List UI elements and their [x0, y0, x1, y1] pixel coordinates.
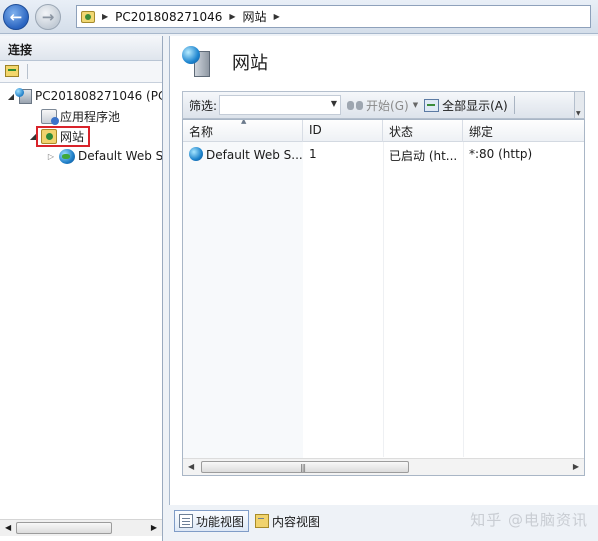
- cell-name-text: Default Web S...: [206, 148, 303, 162]
- scroll-right-icon[interactable]: ▶: [151, 523, 157, 532]
- column-header-status[interactable]: 状态: [383, 120, 463, 142]
- tree-node-sites-label: 网站: [60, 129, 85, 144]
- toolbar-divider: [513, 96, 515, 114]
- sorted-column-shade: [183, 142, 303, 475]
- toolbar-divider: [27, 64, 28, 79]
- back-button[interactable]: ←: [3, 4, 29, 30]
- tab-features-view[interactable]: 功能视图: [174, 510, 250, 532]
- connections-pane: 连接 ◢ PC201808271046 (PC 应用程序池 ◢ 网站 ▷ Def…: [0, 36, 163, 541]
- view-switcher: 功能视图 内容视图 知乎 @电脑资讯: [169, 505, 598, 541]
- column-header-id[interactable]: ID: [303, 120, 383, 142]
- server-icon: [15, 87, 32, 104]
- column-header-binding[interactable]: 绑定: [463, 120, 584, 142]
- cell-id[interactable]: 1: [303, 144, 383, 164]
- binoculars-icon: [347, 99, 364, 111]
- column-header-name-label: 名称: [189, 125, 214, 139]
- breadcrumb-separator-icon[interactable]: ▶: [274, 12, 280, 21]
- toolbar-overflow-button[interactable]: [574, 92, 584, 118]
- connections-header: 连接: [0, 36, 162, 61]
- collapse-icon[interactable]: ◢: [28, 132, 38, 141]
- connect-icon[interactable]: [5, 65, 19, 77]
- features-view-icon: [179, 514, 193, 528]
- sites-page: 网站 筛选: 开始(G) ▼ 全部显示(A) ▲ 名称 ID 状态 绑定: [169, 36, 598, 505]
- column-divider: [383, 142, 384, 457]
- tree-node-default-site-label: Default Web S: [78, 149, 162, 163]
- start-filter-label: 开始(G): [366, 98, 409, 113]
- horizontal-scrollbar[interactable]: ◀ ||| ▶: [183, 458, 584, 475]
- watermark: 知乎 @电脑资讯: [470, 511, 588, 529]
- column-divider: [463, 142, 464, 457]
- scroll-right-icon[interactable]: ▶: [573, 462, 579, 471]
- start-filter-button[interactable]: 开始(G): [347, 97, 409, 114]
- content-view-icon: [255, 514, 269, 528]
- filter-input[interactable]: [219, 95, 342, 115]
- tree-node-app-pools-label: 应用程序池: [60, 109, 121, 124]
- scroll-left-icon[interactable]: ◀: [188, 462, 194, 471]
- cell-binding[interactable]: *:80 (http): [463, 144, 584, 164]
- connections-toolbar: [0, 61, 162, 83]
- scroll-left-icon[interactable]: ◀: [5, 523, 11, 532]
- scrollbar-thumb[interactable]: [16, 522, 112, 534]
- tree-node-default-site[interactable]: ▷ Default Web S: [46, 147, 162, 165]
- sort-ascending-icon: ▲: [241, 119, 247, 125]
- breadcrumb-sites[interactable]: 网站: [243, 8, 267, 25]
- table-header: ▲ 名称 ID 状态 绑定: [183, 120, 584, 142]
- breadcrumb-separator-icon[interactable]: ▶: [229, 12, 235, 21]
- show-all-label: 全部显示(A): [442, 98, 508, 113]
- sites-server-icon: [182, 46, 214, 78]
- address-bar[interactable]: ▶ PC201808271046 ▶ 网站 ▶: [76, 5, 591, 28]
- filter-bar: 筛选: 开始(G) ▼ 全部显示(A): [182, 91, 585, 119]
- tab-content-label: 内容视图: [272, 514, 321, 529]
- connections-tree: ◢ PC201808271046 (PC 应用程序池 ◢ 网站 ▷ Defaul…: [0, 83, 162, 513]
- table-row[interactable]: Default Web S... 1 已启动 (ht... *:80 (http…: [183, 144, 584, 164]
- forward-arrow-icon: →: [41, 8, 55, 26]
- page-header: 网站: [170, 36, 598, 91]
- cell-status[interactable]: 已启动 (ht...: [383, 144, 463, 164]
- breadcrumb-separator-icon[interactable]: ▶: [102, 12, 108, 21]
- column-header-name[interactable]: ▲ 名称: [183, 120, 303, 142]
- tree-node-server[interactable]: ◢ PC201808271046 (PC: [6, 87, 162, 105]
- navigation-bar: ← → ▶ PC201808271046 ▶ 网站 ▶: [0, 0, 598, 34]
- sites-table: ▲ 名称 ID 状态 绑定 Default Web S... 1 已启动 (ht…: [182, 119, 585, 476]
- globe-icon: [189, 147, 203, 161]
- tree-node-app-pools[interactable]: 应用程序池: [38, 107, 120, 125]
- globe-icon: [59, 148, 75, 164]
- application-pool-icon: [41, 108, 59, 125]
- scrollbar-thumb[interactable]: |||: [201, 461, 409, 473]
- horizontal-scrollbar[interactable]: ◀ ▶: [0, 519, 162, 536]
- breadcrumb-server[interactable]: PC201808271046: [115, 10, 222, 24]
- page-title: 网站: [232, 53, 268, 74]
- show-all-button[interactable]: 全部显示(A): [424, 97, 508, 114]
- tab-content-view[interactable]: 内容视图: [251, 510, 324, 532]
- tree-node-sites[interactable]: ◢ 网站: [28, 125, 91, 147]
- tab-features-label: 功能视图: [196, 514, 245, 529]
- forward-button[interactable]: →: [35, 4, 61, 30]
- tree-node-sites-selected[interactable]: 网站: [35, 125, 91, 147]
- sites-folder-icon: [81, 10, 95, 23]
- expand-icon[interactable]: ▷: [46, 152, 56, 161]
- show-all-icon: [424, 98, 440, 112]
- dropdown-arrow-icon[interactable]: ▼: [413, 101, 418, 109]
- sites-folder-icon: [41, 128, 57, 144]
- filter-label: 筛选:: [189, 98, 218, 113]
- tree-node-server-label: PC201808271046 (PC: [35, 89, 162, 103]
- cell-name[interactable]: Default Web S...: [183, 144, 303, 164]
- back-arrow-icon: ←: [9, 8, 23, 26]
